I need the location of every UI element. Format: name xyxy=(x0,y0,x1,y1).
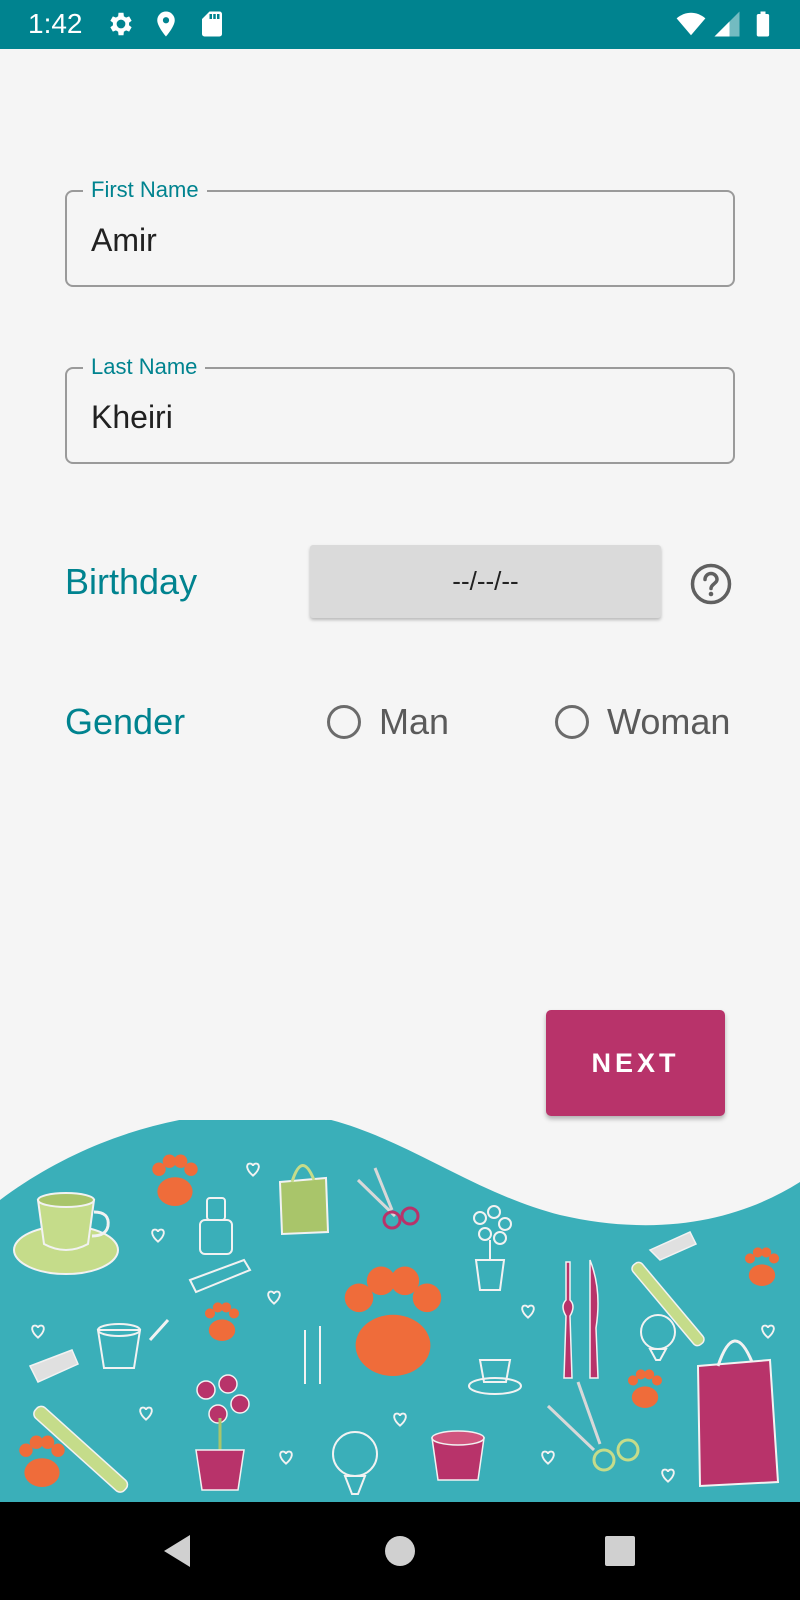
battery-icon xyxy=(756,11,770,37)
gender-option-label: Woman xyxy=(607,701,731,742)
navigation-bar xyxy=(0,1502,800,1600)
home-icon[interactable] xyxy=(380,1531,420,1571)
last-name-label: Last Name xyxy=(83,355,206,379)
gender-radio-woman[interactable]: Woman xyxy=(555,698,730,746)
sd-card-icon xyxy=(202,11,222,37)
first-name-value: Amir xyxy=(91,222,157,258)
gender-option-label: Man xyxy=(379,701,450,742)
next-button[interactable]: NEXT xyxy=(546,1010,725,1116)
decorative-illustration xyxy=(0,1120,800,1504)
last-name-field[interactable]: Last Name Kheiri xyxy=(65,355,735,464)
wifi-icon xyxy=(676,12,706,36)
location-icon xyxy=(157,11,175,37)
birthday-label: Birthday xyxy=(65,561,198,602)
first-name-label: First Name xyxy=(83,178,207,202)
status-time: 1:42 xyxy=(28,8,83,39)
radio-circle-icon[interactable] xyxy=(555,705,589,739)
first-name-field[interactable]: First Name Amir xyxy=(65,178,735,287)
radio-circle-icon[interactable] xyxy=(327,705,361,739)
settings-icon xyxy=(110,12,132,36)
status-bar: 1:42 xyxy=(0,0,800,49)
last-name-value: Kheiri xyxy=(91,399,173,435)
help-circle-icon[interactable] xyxy=(689,562,733,606)
recents-icon[interactable] xyxy=(600,1531,640,1571)
birthday-date-button[interactable]: --/--/-- xyxy=(310,545,661,618)
gender-label: Gender xyxy=(65,701,186,742)
signal-icon xyxy=(714,11,740,37)
gender-radio-man[interactable]: Man xyxy=(327,698,449,746)
back-icon[interactable] xyxy=(158,1531,198,1571)
